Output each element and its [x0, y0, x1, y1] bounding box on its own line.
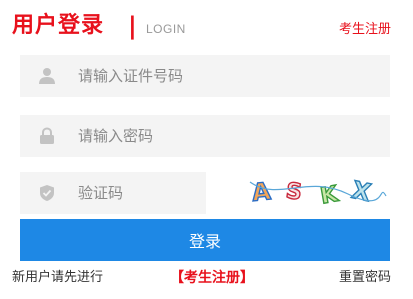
captcha-char-4: X — [349, 176, 373, 207]
shield-icon — [38, 184, 56, 202]
captcha-char-1: A — [251, 177, 273, 207]
captcha-char-3: K — [319, 182, 341, 210]
login-button[interactable]: 登录 — [20, 219, 390, 261]
login-panel: 用户登录 | LOGIN 考生注册 请输入证件号码 验证码 A S K X 登录… — [0, 0, 413, 299]
password-field — [20, 115, 390, 157]
lock-icon — [38, 127, 56, 145]
login-footer: 新用户请先进行 【考生注册】 重置密码 — [12, 268, 391, 288]
captcha-char-2: S — [284, 179, 303, 206]
captcha-input[interactable] — [78, 172, 198, 214]
password-input[interactable] — [78, 115, 382, 157]
captcha-image[interactable]: A S K X — [248, 172, 388, 210]
new-user-hint: 新用户请先进行 — [12, 270, 104, 285]
captcha-graphic: A S K X — [249, 175, 387, 210]
captcha-field — [20, 172, 206, 214]
register-link-top[interactable]: 考生注册 — [339, 21, 391, 39]
register-link-bottom[interactable]: 【考生注册】 — [170, 268, 254, 288]
login-title: 用户登录 — [12, 13, 105, 38]
title-separator: | — [128, 12, 137, 40]
id-number-field — [20, 55, 390, 97]
user-icon — [38, 67, 56, 85]
login-subtitle: LOGIN — [146, 22, 186, 36]
id-number-input[interactable] — [78, 55, 382, 97]
reset-password-link[interactable]: 重置密码 — [339, 268, 391, 288]
